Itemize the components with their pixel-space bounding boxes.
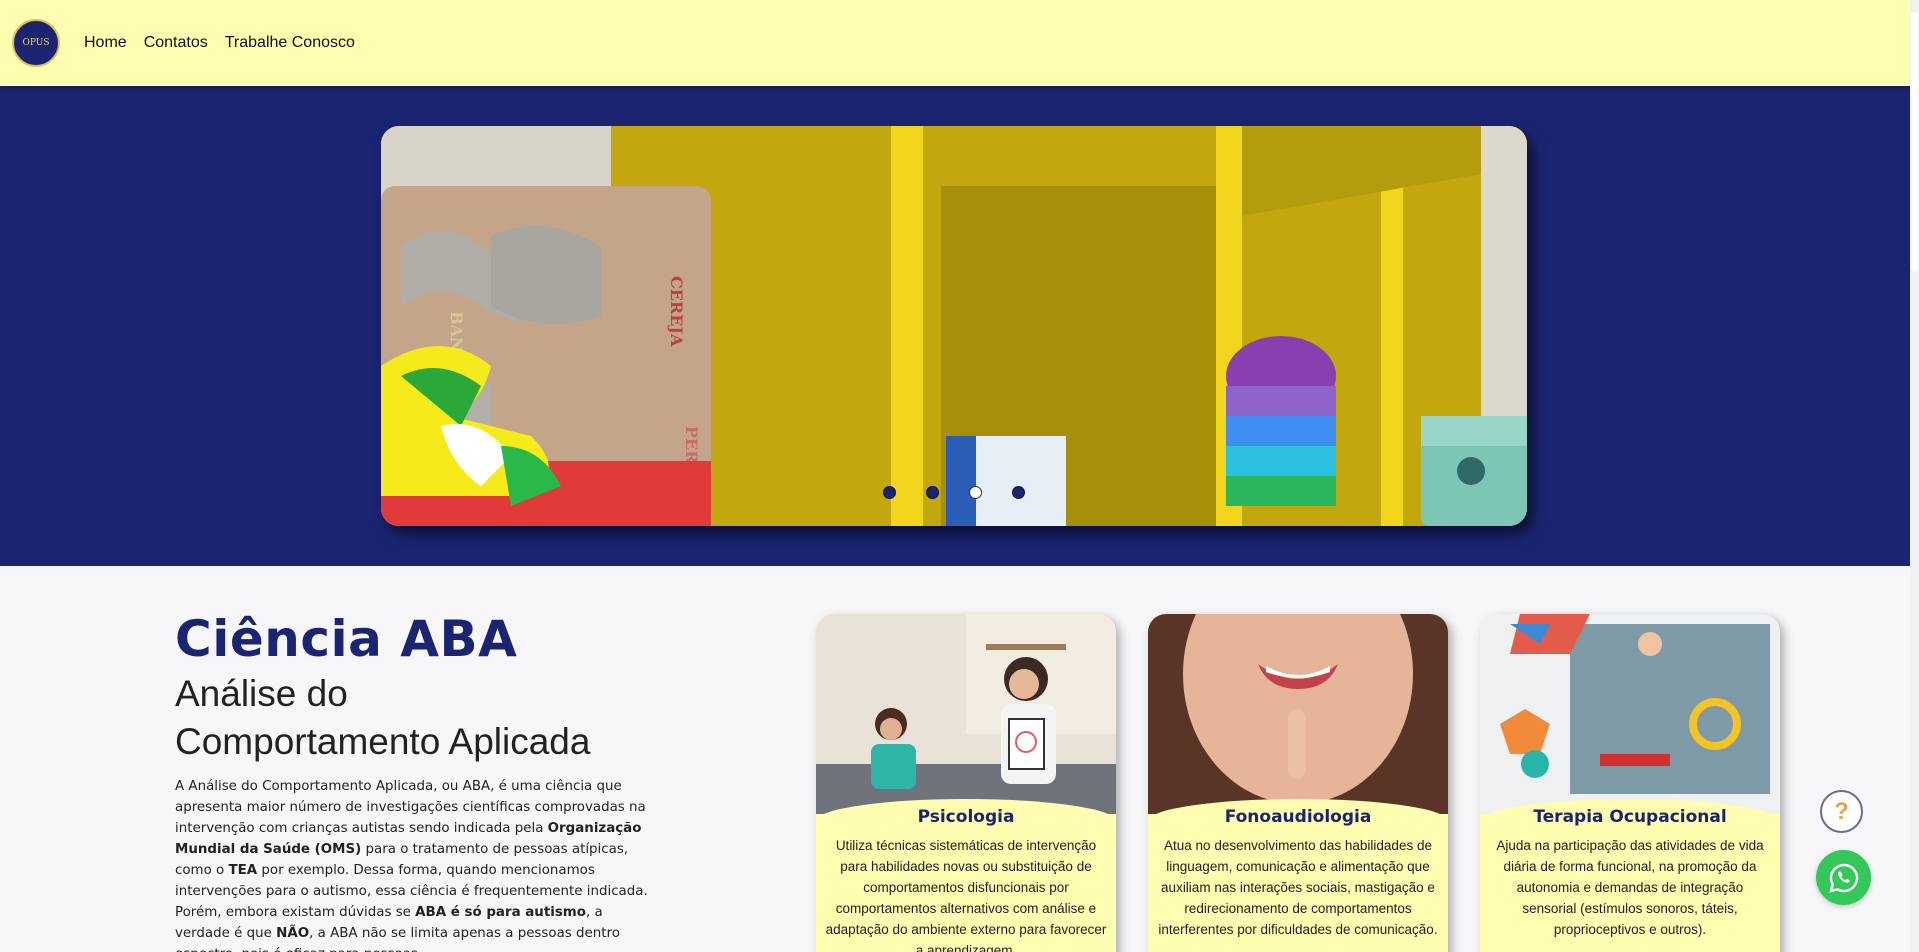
card-fonoaudiologia[interactable]: Fonoaudiologia Atua no desenvolvimento d… (1148, 614, 1448, 952)
whatsapp-button[interactable] (1816, 850, 1871, 905)
aba-subtitle: Análise do Comportamento Aplicada (175, 670, 655, 766)
aba-description: A Análise do Comportamento Aplicada, ou … (175, 776, 655, 952)
aba-subtitle-line1: Análise do (175, 673, 348, 714)
card-terapia-ocupacional-text: Ajuda na participação das atividades de … (1496, 838, 1764, 937)
main-nav: Home Contatos Trabalhe Conosco (84, 34, 355, 52)
card-fonoaudiologia-title: Fonoaudiologia (1224, 807, 1372, 827)
nav-trabalhe-conosco-link[interactable]: Trabalhe Conosco (225, 34, 355, 52)
opus-logo[interactable]: OPUS (12, 19, 60, 67)
help-button[interactable]: ? (1820, 790, 1863, 833)
carousel-dot-3[interactable] (969, 486, 982, 499)
nav-home-link[interactable]: Home (84, 34, 127, 52)
card-terapia-ocupacional-body: Terapia Ocupacional Ajuda na participaçã… (1480, 799, 1780, 952)
box-label-cereja: CEREJA (667, 276, 686, 347)
logo-text: OPUS (22, 38, 50, 48)
aba-text-highlight: ABA é só para autismo (415, 905, 586, 920)
psicologia-photo (816, 614, 1116, 814)
fonoaudiologia-photo (1148, 614, 1448, 814)
card-fonoaudiologia-text: Atua no desenvolvimento das habilidades … (1158, 838, 1438, 937)
card-psicologia[interactable]: Psicologia Utiliza técnicas sistemáticas… (816, 614, 1116, 952)
carousel-dot-1[interactable] (883, 486, 896, 499)
card-psicologia-body: Psicologia Utiliza técnicas sistemáticas… (816, 799, 1116, 952)
question-mark-icon: ? (1834, 797, 1849, 825)
card-psicologia-title: Psicologia (917, 807, 1015, 827)
aba-subtitle-line2: Comportamento Aplicada (175, 721, 591, 762)
hero-section: BANANA CEREJA PERA (0, 86, 1910, 566)
aba-text-nao: NÃO (276, 926, 310, 941)
terapia-ocupacional-photo (1480, 614, 1780, 814)
carousel-slide-image: BANANA CEREJA PERA (381, 126, 1527, 526)
carousel-dots (381, 486, 1527, 499)
carousel-dot-2[interactable] (926, 486, 939, 499)
card-terapia-ocupacional-title: Terapia Ocupacional (1533, 807, 1727, 827)
nav-contatos-link[interactable]: Contatos (144, 34, 208, 52)
aba-text-tea: TEA (228, 863, 258, 878)
card-terapia-ocupacional[interactable]: Terapia Ocupacional Ajuda na participaçã… (1480, 614, 1780, 952)
carousel-dot-4[interactable] (1012, 486, 1025, 499)
page-scrollbar[interactable] (1910, 0, 1919, 952)
whatsapp-icon (1828, 863, 1858, 893)
image-carousel[interactable]: BANANA CEREJA PERA (381, 126, 1527, 526)
scrollbar-thumb[interactable] (1911, 12, 1918, 272)
card-fonoaudiologia-body: Fonoaudiologia Atua no desenvolvimento d… (1148, 799, 1448, 952)
site-header: OPUS Home Contatos Trabalhe Conosco (0, 0, 1910, 86)
card-psicologia-text: Utiliza técnicas sistemáticas de interve… (825, 838, 1107, 952)
aba-section: Ciência ABA Análise do Comportamento Apli… (175, 610, 655, 952)
aba-title: Ciência ABA (175, 610, 518, 668)
